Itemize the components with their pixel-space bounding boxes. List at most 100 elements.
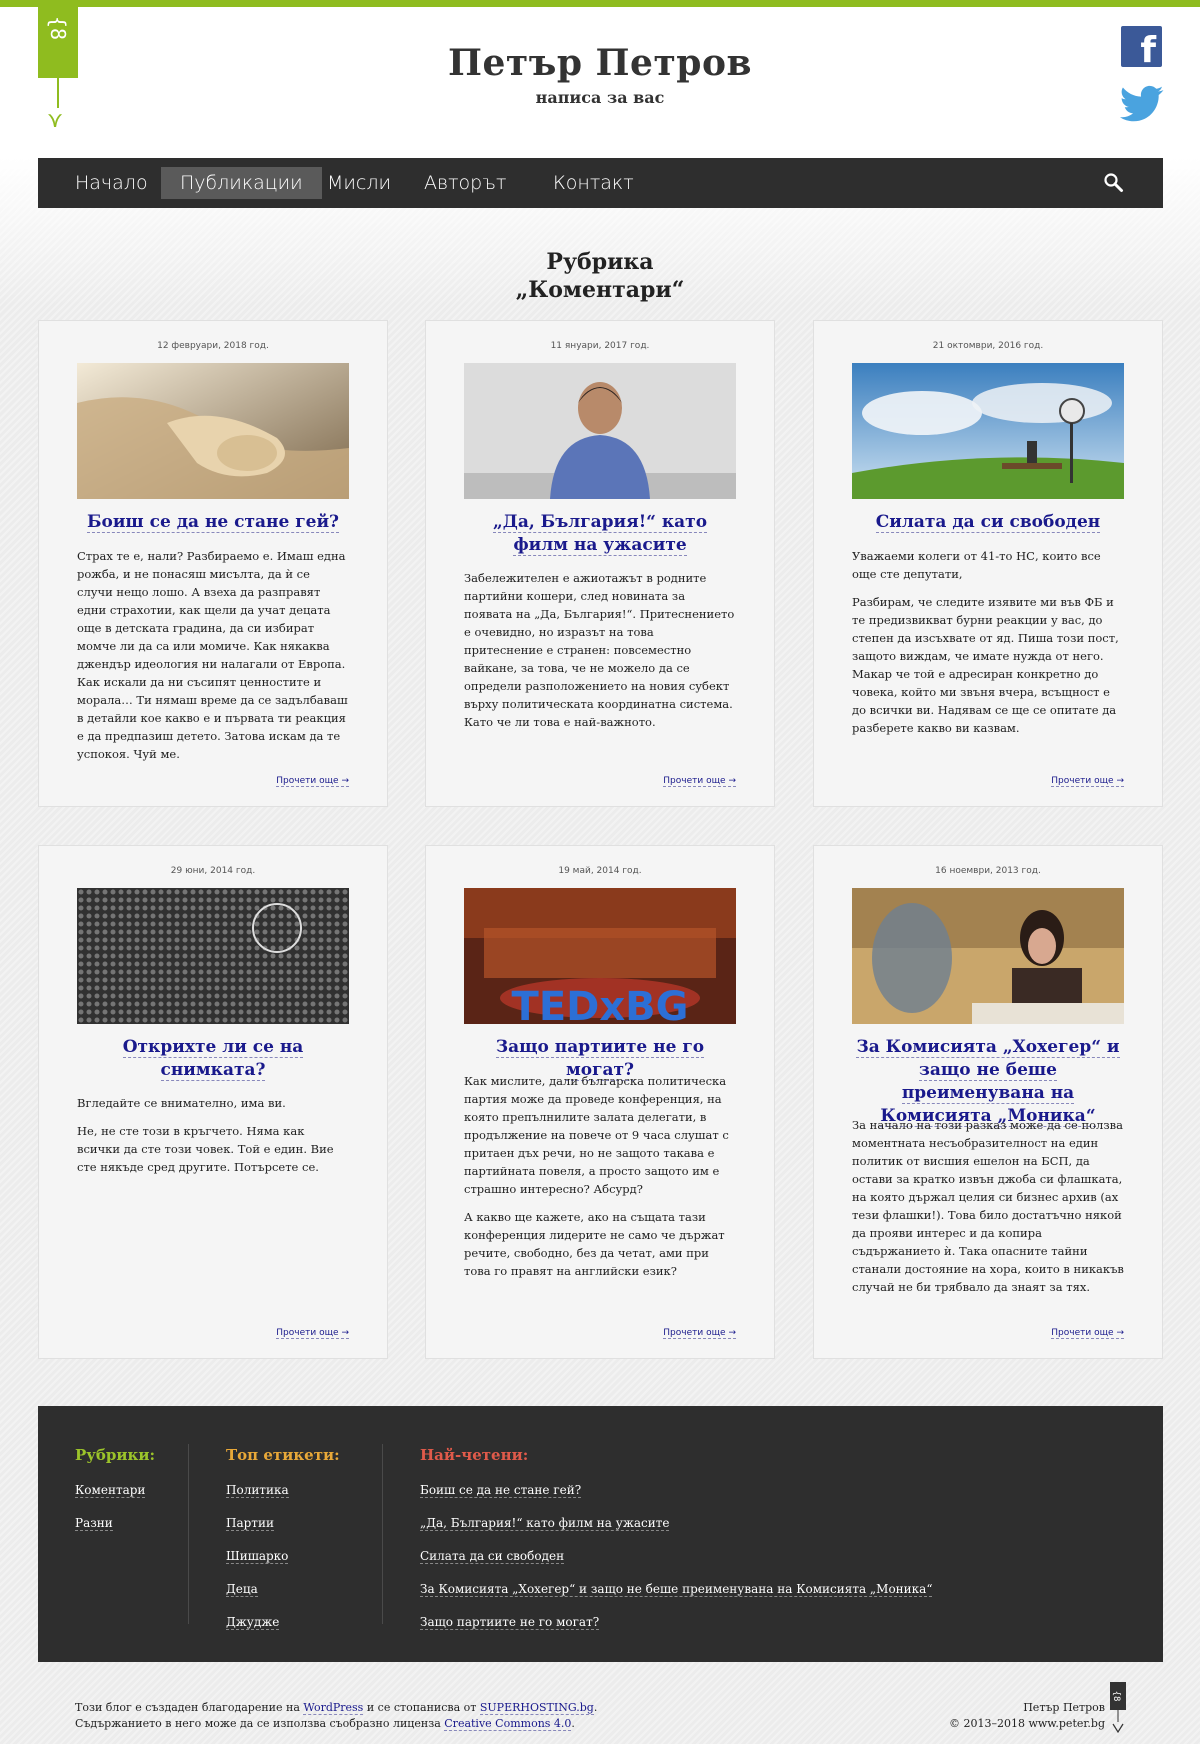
post-title[interactable]: Силата да си свободен xyxy=(852,511,1124,534)
read-more-link[interactable]: Прочети още → xyxy=(276,1328,349,1339)
read-more-link[interactable]: Прочети още → xyxy=(663,776,736,787)
post-image[interactable] xyxy=(77,888,349,1024)
main-nav: Начало Публикации Мисли Авторът Контакт xyxy=(38,158,1163,208)
post-title[interactable]: За Комисията „Хохегер“ и защо не беше пр… xyxy=(852,1036,1124,1128)
wordpress-link[interactable]: WordPress xyxy=(303,1701,364,1715)
read-more-label[interactable]: Прочети още → xyxy=(663,1328,736,1339)
post-card: 12 февруари, 2018 год. Боиш се да не ста… xyxy=(38,320,388,807)
site-tagline: написа за вас xyxy=(535,88,665,107)
nav-item-home[interactable]: Начало xyxy=(56,167,167,199)
credits-text: Този блог е създаден благодарение на xyxy=(75,1701,304,1714)
post-card: 21 октомври, 2016 год. Силата да си своб… xyxy=(813,320,1163,807)
post-title-link[interactable]: Боиш се да не стане гей? xyxy=(86,512,340,533)
read-more-label[interactable]: Прочети още → xyxy=(663,776,736,787)
footer-popular-link[interactable]: Защо партиите не го могат? xyxy=(420,1615,600,1630)
footer-link-label[interactable]: Защо партиите не го могат? xyxy=(420,1615,600,1630)
post-excerpt: Уважаеми колеги от 41-то НС, които все о… xyxy=(852,547,1124,747)
footer-link-label[interactable]: За Комисията „Хохегер“ и защо не беше пр… xyxy=(420,1582,933,1597)
logo-arrow-icon: ⋎ xyxy=(47,108,64,133)
nav-item-contact[interactable]: Контакт xyxy=(534,167,653,199)
copyright: © 2013–2018 www.peter.bg xyxy=(948,1717,1105,1730)
read-more-link[interactable]: Прочети още → xyxy=(276,776,349,787)
facebook-letter: f xyxy=(1140,30,1156,71)
post-title[interactable]: „Да, България!“ като филм на ужасите xyxy=(464,511,736,557)
nav-item-author[interactable]: Авторът xyxy=(405,167,525,199)
svg-text:{8: {8 xyxy=(1111,1691,1121,1702)
nav-item-publications[interactable]: Публикации xyxy=(161,167,322,199)
credits-text: . xyxy=(571,1717,575,1730)
footer-popular-link[interactable]: Силата да си свободен xyxy=(420,1549,565,1564)
site-title[interactable]: Петър Петров xyxy=(0,42,1200,84)
post-date: 11 януари, 2017 год. xyxy=(550,341,650,351)
read-more-link[interactable]: Прочети още → xyxy=(1051,776,1124,787)
footer-popular-link[interactable]: Боиш се да не стане гей? xyxy=(420,1483,582,1498)
post-title[interactable]: Боиш се да не стане гей? xyxy=(77,511,349,534)
footer-link-label[interactable]: Разни xyxy=(75,1516,113,1531)
credits-line-2: Съдържанието в него може да се използва … xyxy=(75,1716,597,1732)
footer-link-label[interactable]: Боиш се да не стане гей? xyxy=(420,1483,582,1498)
post-card: 16 ноември, 2013 год. За Комисията „Хохе… xyxy=(813,845,1163,1359)
top-accent-bar xyxy=(0,0,1200,7)
footer-link-label[interactable]: Шишарко xyxy=(226,1549,289,1564)
post-title-link[interactable]: Открихте ли се на снимката? xyxy=(122,1037,304,1081)
post-date: 16 ноември, 2013 год. xyxy=(935,866,1041,876)
footer-tag-link[interactable]: Политика xyxy=(226,1483,289,1498)
facebook-icon[interactable]: f xyxy=(1121,26,1162,71)
footer-link-label[interactable]: Коментари xyxy=(75,1483,146,1498)
read-more-label[interactable]: Прочети още → xyxy=(1051,1328,1124,1339)
post-card: 19 май, 2014 год. TEDxBG Защо партиите н… xyxy=(425,845,775,1359)
search-icon[interactable] xyxy=(1103,172,1125,194)
footer-category-link[interactable]: Разни xyxy=(75,1516,113,1531)
post-excerpt: За начало на този разказ може да се полз… xyxy=(852,1116,1124,1306)
footer-divider xyxy=(382,1444,383,1624)
nav-item-thoughts[interactable]: Мисли xyxy=(308,167,410,199)
footer-popular-link[interactable]: За Комисията „Хохегер“ и защо не беше пр… xyxy=(420,1582,933,1597)
footer-link-label[interactable]: Политика xyxy=(226,1483,289,1498)
excerpt-paragraph: Разбирам, че следите изявите ми във ФБ и… xyxy=(852,595,1119,735)
footer-tag-link[interactable]: Шишарко xyxy=(226,1549,289,1564)
footer-category-link[interactable]: Коментари xyxy=(75,1483,146,1498)
footer-popular-link[interactable]: „Да, България!“ като филм на ужасите xyxy=(420,1516,670,1531)
footer-logo-icon[interactable]: {8 xyxy=(1110,1682,1126,1734)
post-excerpt: Забележителен е ажиотажът в родните парт… xyxy=(464,569,736,741)
excerpt-paragraph: А какво ще кажете, ако на същата тази ко… xyxy=(464,1210,725,1278)
tags-heading: Топ етикети: xyxy=(226,1446,340,1464)
footer-tag-link[interactable]: Джудже xyxy=(226,1615,280,1630)
post-date: 29 юни, 2014 год. xyxy=(170,866,256,876)
post-card: 11 януари, 2017 год. „Да, България!“ кат… xyxy=(425,320,775,807)
read-more-label[interactable]: Прочети още → xyxy=(276,776,349,787)
footer-divider xyxy=(188,1444,189,1624)
post-title[interactable]: Открихте ли се на снимката? xyxy=(77,1036,349,1082)
read-more-label[interactable]: Прочети още → xyxy=(1051,776,1124,787)
footer-link-label[interactable]: Джудже xyxy=(226,1615,280,1630)
page-title: Рубрика „Коментари“ xyxy=(0,248,1200,304)
post-title-link[interactable]: Силата да си свободен xyxy=(875,512,1101,533)
license-link[interactable]: Creative Commons 4.0 xyxy=(444,1717,572,1731)
footer-link-label[interactable]: Партии xyxy=(226,1516,274,1531)
read-more-link[interactable]: Прочети още → xyxy=(1051,1328,1124,1339)
post-image[interactable] xyxy=(77,363,349,499)
read-more-label[interactable]: Прочети още → xyxy=(276,1328,349,1339)
footer-tag-link[interactable]: Партии xyxy=(226,1516,274,1531)
copyright-block: Петър Петров © 2013–2018 www.peter.bg xyxy=(900,1700,1105,1732)
read-more-link[interactable]: Прочети още → xyxy=(663,1328,736,1339)
post-image[interactable] xyxy=(464,363,736,499)
twitter-icon[interactable] xyxy=(1120,84,1164,124)
credits-text: . xyxy=(593,1701,598,1714)
excerpt-paragraph: Не, не сте този в кръгчето. Няма как вси… xyxy=(77,1124,334,1174)
credits-line-1: Този блог е създаден благодарение на Wor… xyxy=(75,1700,597,1716)
categories-heading: Рубрики: xyxy=(75,1446,155,1464)
footer-tag-link[interactable]: Деца xyxy=(226,1582,258,1597)
post-image[interactable]: TEDxBG xyxy=(464,888,736,1024)
post-title-link[interactable]: „Да, България!“ като филм на ужасите xyxy=(492,512,708,556)
footer-link-label[interactable]: „Да, България!“ като филм на ужасите xyxy=(420,1516,670,1531)
superhosting-link[interactable]: SUPERHOSTING.bg xyxy=(479,1701,594,1715)
footer: Рубрики: Коментари Разни Топ етикети: По… xyxy=(38,1406,1163,1662)
post-image[interactable] xyxy=(852,363,1124,499)
excerpt-paragraph: Забележителен е ажиотажът в родните парт… xyxy=(464,571,735,729)
post-title-link[interactable]: За Комисията „Хохегер“ и защо не беше пр… xyxy=(856,1037,1120,1127)
post-image[interactable] xyxy=(852,888,1124,1024)
footer-link-label[interactable]: Деца xyxy=(226,1582,258,1597)
popular-heading: Най-четени: xyxy=(420,1446,529,1464)
footer-link-label[interactable]: Силата да си свободен xyxy=(420,1549,565,1564)
